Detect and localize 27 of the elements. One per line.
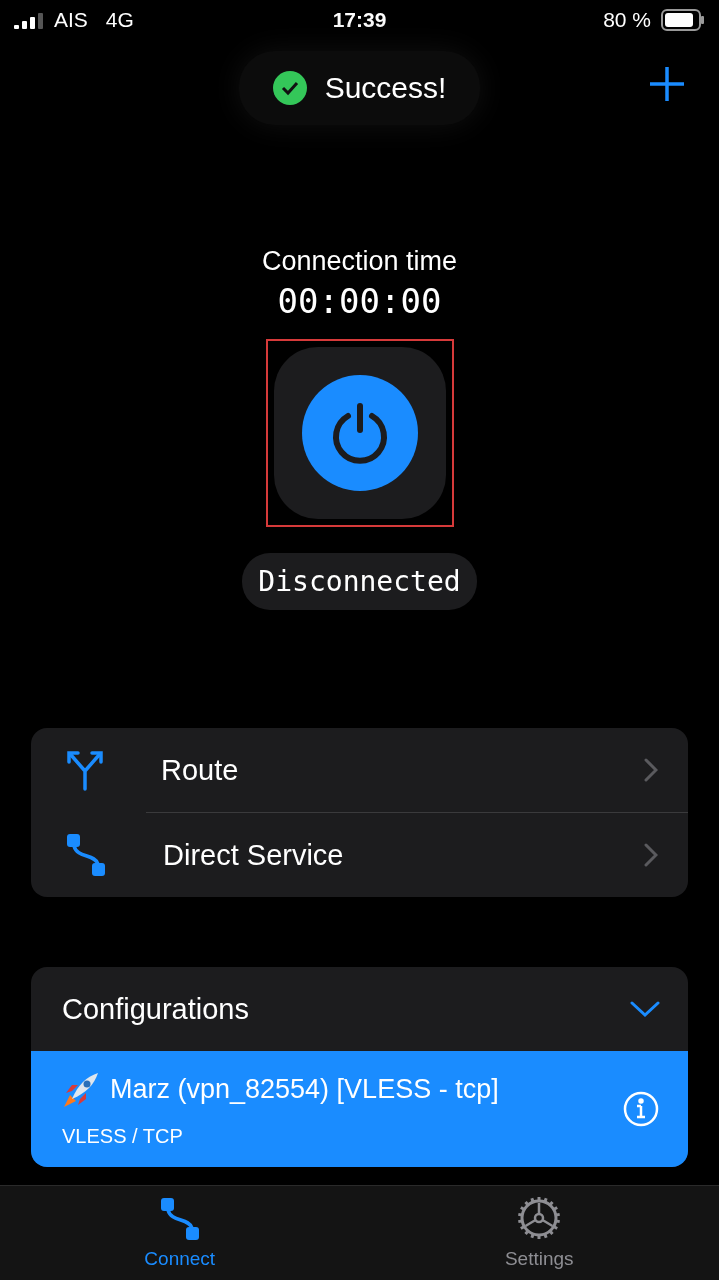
chevron-right-icon [644,843,658,867]
check-icon [272,71,307,105]
configurations-header[interactable]: Configurations [31,967,688,1051]
configuration-name: Marz (vpn_82554) [VLESS - tcp] [110,1074,499,1105]
rocket-icon [62,1070,100,1109]
nodes-icon [65,832,107,878]
battery-percentage: 80 % [603,8,651,32]
add-button[interactable] [647,64,687,104]
battery-icon [661,9,705,31]
menu-row[interactable]: Direct Service [31,813,688,897]
power-button[interactable] [273,347,446,519]
connection-timer: 00:00:00 [277,281,442,321]
nodes-icon [158,1196,201,1242]
carrier-name: AIS [54,8,88,32]
split-arrows-icon [65,749,105,791]
info-button[interactable] [622,1090,660,1128]
clock-time: 17:39 [332,8,387,32]
connection-time-label: Connection time [261,246,458,277]
tab[interactable]: Settings [359,1186,719,1280]
configuration-protocol: VLESS / TCP [62,1124,184,1148]
toast-message: Success! [324,71,447,105]
signal-icon [14,11,44,29]
menu-row[interactable]: Route [31,728,688,812]
chevron-right-icon [644,758,658,782]
tab[interactable]: Connect [0,1186,360,1280]
network-type: 4G [105,8,134,32]
connection-status: Disconnected [242,553,477,610]
